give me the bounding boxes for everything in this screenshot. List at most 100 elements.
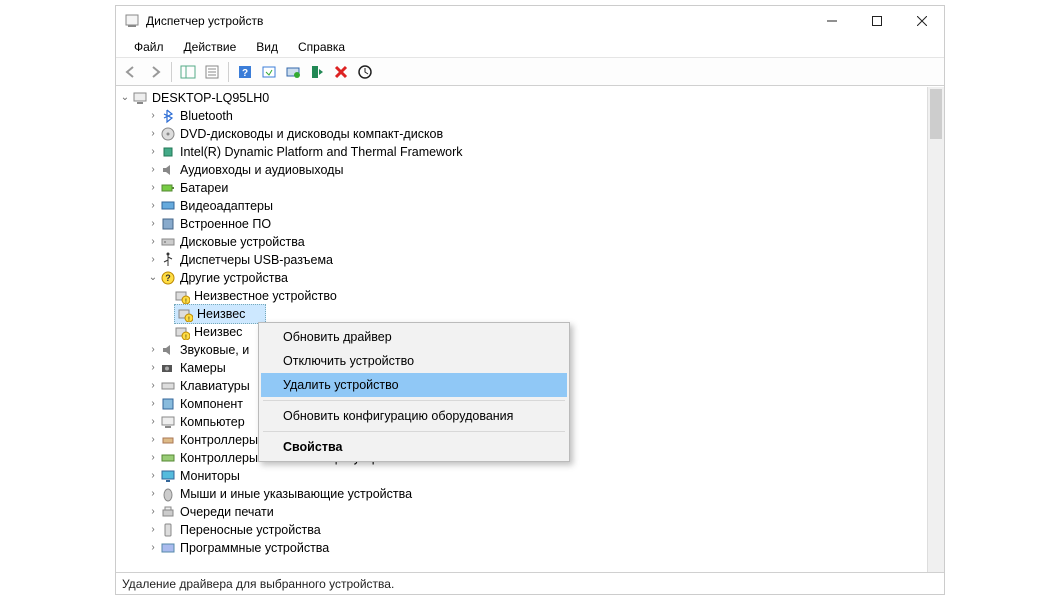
tree-item[interactable]: ›Видеоадаптеры: [118, 197, 926, 215]
tree-item[interactable]: ›Батареи: [118, 179, 926, 197]
tree-item[interactable]: ›Переносные устройства: [118, 521, 926, 539]
chevron-down-icon[interactable]: ⌄: [146, 269, 160, 287]
window-title: Диспетчер устройств: [146, 14, 809, 28]
tree-item[interactable]: ›Мониторы: [118, 467, 926, 485]
chevron-right-icon[interactable]: ›: [146, 197, 160, 215]
maximize-button[interactable]: [854, 6, 899, 36]
tree-item[interactable]: ›Intel(R) Dynamic Platform and Thermal F…: [118, 143, 926, 161]
chevron-right-icon[interactable]: ›: [146, 233, 160, 251]
ctx-disable-device[interactable]: Отключить устройство: [261, 349, 567, 373]
tree-item[interactable]: ›Мыши и иные указывающие устройства: [118, 485, 926, 503]
chevron-right-icon[interactable]: ›: [146, 215, 160, 233]
controller-icon: [160, 432, 176, 448]
menu-file[interactable]: Файл: [124, 38, 174, 56]
device-manager-window: Диспетчер устройств Файл Действие Вид Сп…: [115, 5, 945, 595]
mouse-icon: [160, 486, 176, 502]
expander-icon[interactable]: ⌄: [118, 89, 132, 107]
tree-item[interactable]: ›Аудиовходы и аудиовыходы: [118, 161, 926, 179]
tree-item-unknown-device[interactable]: !Неизвестное устройство: [118, 287, 926, 305]
dvd-icon: [160, 126, 176, 142]
help-button[interactable]: ?: [234, 61, 256, 83]
show-hide-tree-button[interactable]: [177, 61, 199, 83]
portable-icon: [160, 522, 176, 538]
tree-root[interactable]: ⌄ DESKTOP-LQ95LH0: [118, 89, 926, 107]
battery-icon: [160, 180, 176, 196]
tree-item[interactable]: ›Дисковые устройства: [118, 233, 926, 251]
tree-item-unknown-device-selected[interactable]: !Неизвес: [118, 305, 926, 323]
tree-item[interactable]: ›Bluetooth: [118, 107, 926, 125]
uninstall-button[interactable]: [330, 61, 352, 83]
svg-text:?: ?: [242, 68, 248, 79]
chevron-right-icon[interactable]: ›: [146, 107, 160, 125]
tree-item[interactable]: ›Очереди печати: [118, 503, 926, 521]
titlebar: Диспетчер устройств: [116, 6, 944, 36]
separator: [263, 400, 565, 401]
svg-text:?: ?: [165, 273, 171, 283]
sound-icon: [160, 342, 176, 358]
firmware-icon: [160, 216, 176, 232]
close-button[interactable]: [899, 6, 944, 36]
disk-icon: [160, 234, 176, 250]
tree-item[interactable]: ›Диспетчеры USB-разъема: [118, 251, 926, 269]
ctx-update-driver[interactable]: Обновить драйвер: [261, 325, 567, 349]
ctx-uninstall-device[interactable]: Удалить устройство: [261, 373, 567, 397]
scan-hardware-button[interactable]: [354, 61, 376, 83]
chevron-right-icon[interactable]: ›: [146, 539, 160, 557]
chevron-right-icon[interactable]: ›: [146, 521, 160, 539]
chevron-right-icon[interactable]: ›: [146, 467, 160, 485]
window-controls: [809, 6, 944, 36]
unknown-device-icon: !: [177, 306, 193, 322]
minimize-button[interactable]: [809, 6, 854, 36]
chevron-right-icon[interactable]: ›: [146, 395, 160, 413]
context-menu: Обновить драйвер Отключить устройство Уд…: [258, 322, 570, 462]
chevron-right-icon[interactable]: ›: [146, 377, 160, 395]
menu-view[interactable]: Вид: [246, 38, 288, 56]
scan-button[interactable]: [258, 61, 280, 83]
chip-icon: [160, 144, 176, 160]
menu-action[interactable]: Действие: [174, 38, 247, 56]
tree-item[interactable]: ›Встроенное ПО: [118, 215, 926, 233]
statusbar: Удаление драйвера для выбранного устройс…: [116, 572, 944, 594]
storage-controller-icon: [160, 450, 176, 466]
tree-root-label: DESKTOP-LQ95LH0: [152, 89, 269, 107]
unknown-category-icon: ?: [160, 270, 176, 286]
monitor-icon: [160, 468, 176, 484]
chevron-right-icon[interactable]: ›: [146, 179, 160, 197]
separator: [263, 431, 565, 432]
computer-icon: [132, 90, 148, 106]
tree-item[interactable]: ›DVD-дисководы и дисководы компакт-диско…: [118, 125, 926, 143]
component-icon: [160, 396, 176, 412]
chevron-right-icon[interactable]: ›: [146, 485, 160, 503]
chevron-right-icon[interactable]: ›: [146, 503, 160, 521]
scrollbar-thumb[interactable]: [930, 89, 942, 139]
chevron-right-icon[interactable]: ›: [146, 251, 160, 269]
menu-help[interactable]: Справка: [288, 38, 355, 56]
disable-button[interactable]: [306, 61, 328, 83]
keyboard-icon: [160, 378, 176, 394]
tree-item[interactable]: ›Программные устройства: [118, 539, 926, 557]
unknown-device-icon: !: [174, 324, 190, 340]
vertical-scrollbar[interactable]: [927, 87, 944, 572]
ctx-rescan[interactable]: Обновить конфигурацию оборудования: [261, 404, 567, 428]
nav-forward-button[interactable]: [144, 61, 166, 83]
chevron-right-icon[interactable]: ›: [146, 449, 160, 467]
ctx-properties[interactable]: Свойства: [261, 435, 567, 459]
nav-back-button[interactable]: [120, 61, 142, 83]
computer-icon: [160, 414, 176, 430]
chevron-right-icon[interactable]: ›: [146, 431, 160, 449]
software-icon: [160, 540, 176, 556]
app-icon: [124, 13, 140, 29]
chevron-right-icon[interactable]: ›: [146, 143, 160, 161]
menubar: Файл Действие Вид Справка: [116, 36, 944, 58]
chevron-right-icon[interactable]: ›: [146, 161, 160, 179]
usb-icon: [160, 252, 176, 268]
status-text: Удаление драйвера для выбранного устройс…: [122, 577, 394, 591]
chevron-right-icon[interactable]: ›: [146, 341, 160, 359]
properties-button[interactable]: [201, 61, 223, 83]
update-driver-button[interactable]: [282, 61, 304, 83]
chevron-right-icon[interactable]: ›: [146, 359, 160, 377]
chevron-right-icon[interactable]: ›: [146, 413, 160, 431]
camera-icon: [160, 360, 176, 376]
tree-item-other-devices[interactable]: ⌄?Другие устройства: [118, 269, 926, 287]
chevron-right-icon[interactable]: ›: [146, 125, 160, 143]
